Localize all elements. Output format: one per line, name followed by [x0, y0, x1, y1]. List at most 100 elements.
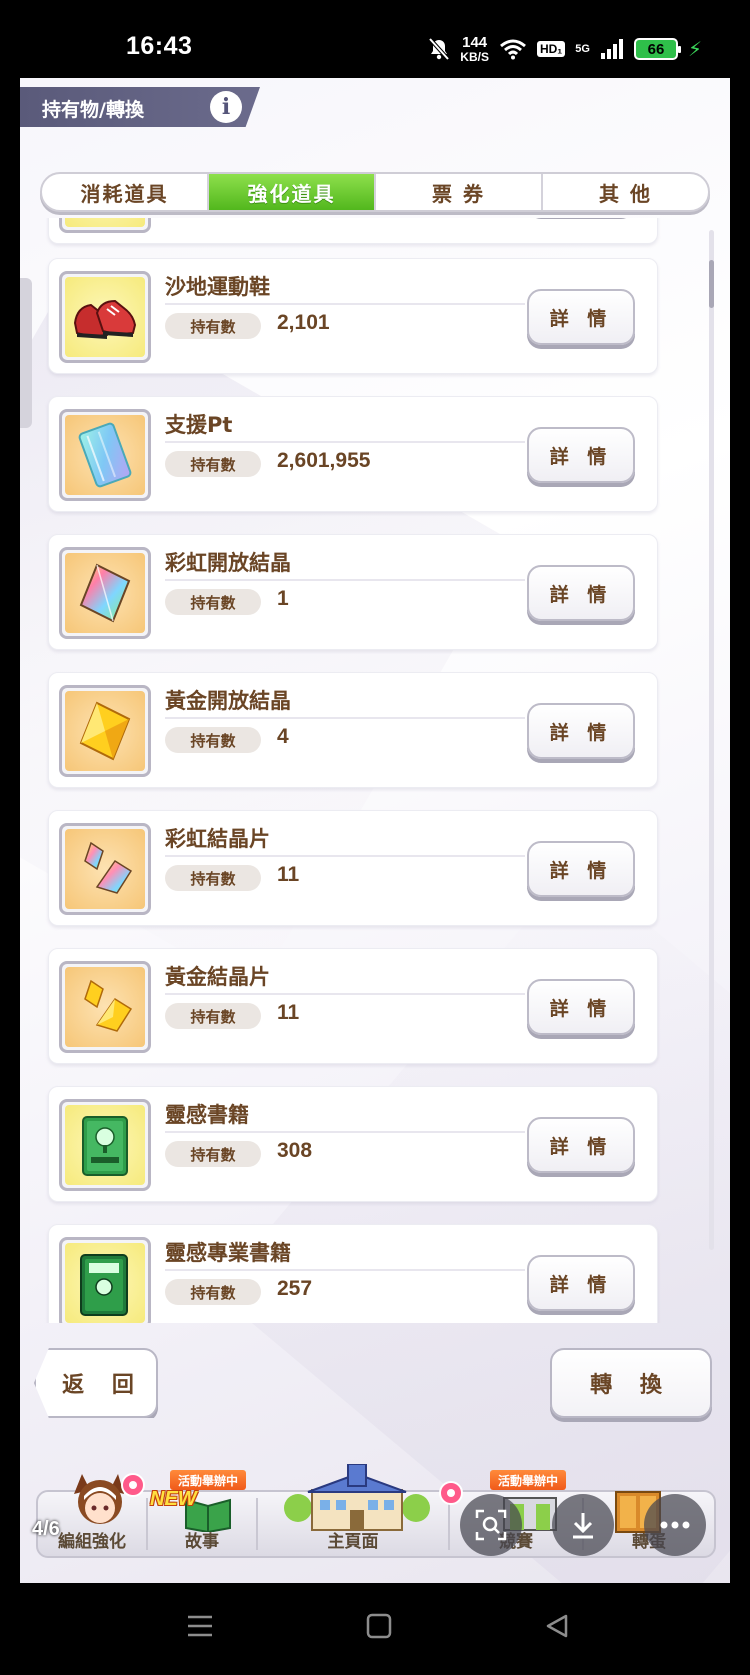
event-badge: 活動舉辦中 — [490, 1470, 567, 1490]
tab-enhancement[interactable]: 強化道具 — [209, 174, 376, 210]
status-bar: 16:43 144 KB/S HD₁ 5G 66 ⚡ — [0, 0, 750, 78]
list-item: 黃金開放結晶 持有數 4 詳 情 — [48, 672, 658, 788]
item-list[interactable]: 沙地運動鞋 持有數 2,101 詳 情 支援Pt 持有數 2,601,955 詳… — [30, 218, 694, 1323]
rainbow-crystal-icon — [79, 563, 131, 623]
owned-count: 257 — [277, 1277, 313, 1300]
item-thumbnail — [59, 218, 151, 233]
tab-tickets[interactable]: 票 券 — [376, 174, 543, 210]
owned-count: 11 — [277, 863, 300, 886]
home-square-icon[interactable] — [366, 1613, 392, 1639]
home-building-icon — [284, 1464, 430, 1531]
menu-icon[interactable] — [186, 1613, 214, 1639]
status-icons: 144 KB/S HD₁ 5G 66 ⚡ — [428, 34, 702, 64]
item-thumbnail — [59, 1237, 151, 1323]
owned-label: 持有數 — [165, 589, 261, 615]
support-pt-card-icon — [78, 422, 132, 488]
divider — [165, 993, 525, 995]
item-name: 彩虹結晶片 — [165, 827, 270, 851]
detail-button[interactable]: 詳 情 — [527, 427, 635, 483]
list-item: 彩虹結晶片 持有數 11 詳 情 — [48, 810, 658, 926]
owned-count: 1 — [277, 587, 289, 610]
download-button[interactable] — [552, 1494, 614, 1556]
divider — [165, 441, 525, 443]
status-time: 16:43 — [126, 32, 193, 60]
back-triangle-icon[interactable] — [544, 1613, 570, 1639]
game-screen: 持有物/轉換 i 消耗道具 強化道具 票 券 其 他 沙地運動鞋 持有數 2,1… — [20, 78, 730, 1583]
event-badge: 活動舉辦中 — [170, 1470, 247, 1490]
convert-button[interactable]: 轉 換 — [550, 1348, 712, 1418]
mute-bell-icon — [428, 37, 450, 61]
detail-button[interactable]: 詳 情 — [527, 289, 635, 345]
rainbow-shard-icon — [84, 841, 133, 894]
category-tabs: 消耗道具 強化道具 票 券 其 他 — [40, 172, 710, 212]
system-nav-bar — [0, 1583, 750, 1675]
owned-count: 4 — [277, 725, 289, 748]
gold-shard-icon — [84, 979, 133, 1032]
net-speed-unit: KB/S — [460, 49, 489, 64]
wifi-icon — [500, 39, 526, 60]
owned-count: 2,101 — [277, 311, 330, 334]
signal-icon — [600, 39, 623, 59]
tab-consumables[interactable]: 消耗道具 — [42, 174, 209, 210]
running-shoes-icon — [73, 299, 137, 339]
hd-voice-icon: HD₁ — [536, 41, 566, 57]
side-drawer-handle[interactable] — [20, 278, 32, 428]
battery-icon: 66 — [633, 38, 681, 60]
divider — [165, 717, 525, 719]
owned-label: 持有數 — [165, 1141, 261, 1167]
item-thumbnail — [59, 1099, 151, 1191]
owned-count: 11 — [277, 1001, 300, 1024]
list-item: 彩虹開放結晶 持有數 1 詳 情 — [48, 534, 658, 650]
more-dots-icon — [660, 1521, 690, 1529]
item-name: 黃金開放結晶 — [165, 689, 291, 713]
owned-label: 持有數 — [165, 1279, 261, 1305]
net-speed-value: 144 — [462, 33, 488, 51]
owned-label: 持有數 — [165, 865, 261, 891]
new-badge: NEW — [150, 1488, 197, 1510]
image-search-icon — [475, 1509, 507, 1541]
divider — [165, 579, 525, 581]
detail-button[interactable]: 詳 情 — [527, 565, 635, 621]
list-item: 靈感書籍 持有數 308 詳 情 — [48, 1086, 658, 1202]
list-item — [48, 218, 658, 244]
search-image-button[interactable] — [460, 1494, 522, 1556]
item-name: 彩虹開放結晶 — [165, 551, 291, 575]
item-name: 支援Pt — [165, 413, 233, 437]
notification-heart-icon — [439, 1481, 463, 1505]
divider — [165, 303, 525, 305]
download-icon — [573, 1513, 593, 1539]
owned-label: 持有數 — [165, 313, 261, 339]
detail-button[interactable]: 詳 情 — [527, 1117, 635, 1173]
info-icon[interactable]: i — [210, 91, 242, 123]
detail-button[interactable]: 詳 情 — [527, 1255, 635, 1311]
item-name: 靈感書籍 — [165, 1103, 249, 1127]
item-thumbnail — [59, 409, 151, 501]
owned-label: 持有數 — [165, 1003, 261, 1029]
network-type: 5G — [575, 42, 590, 55]
owned-label: 持有數 — [165, 727, 261, 753]
page-title: 持有物/轉換 — [42, 99, 144, 121]
scroll-thumb[interactable] — [709, 260, 714, 308]
item-thumbnail — [59, 961, 151, 1053]
battery-level: 66 — [647, 40, 665, 58]
detail-button[interactable]: 詳 情 — [527, 841, 635, 897]
divider — [165, 1269, 525, 1271]
back-button[interactable]: 返 回 — [34, 1348, 158, 1418]
item-thumbnail — [59, 547, 151, 639]
scrollbar[interactable] — [709, 230, 714, 1250]
notification-heart-icon — [121, 1473, 145, 1497]
net-speed: 144 KB/S — [460, 35, 489, 64]
list-item: 黃金結晶片 持有數 11 詳 情 — [48, 948, 658, 1064]
more-button[interactable] — [644, 1494, 706, 1556]
item-name: 靈感專業書籍 — [165, 1241, 291, 1265]
detail-button[interactable]: 詳 情 — [527, 703, 635, 759]
detail-button[interactable]: 詳 情 — [527, 979, 635, 1035]
green-book-icon — [82, 1116, 128, 1176]
list-item: 靈感專業書籍 持有數 257 詳 情 — [48, 1224, 658, 1323]
item-thumbnail — [59, 271, 151, 363]
tab-other[interactable]: 其 他 — [543, 174, 708, 210]
owned-count: 308 — [277, 1139, 313, 1162]
nav-label: 編組強化 — [58, 1532, 126, 1552]
item-thumbnail — [59, 823, 151, 915]
item-thumbnail — [59, 685, 151, 777]
